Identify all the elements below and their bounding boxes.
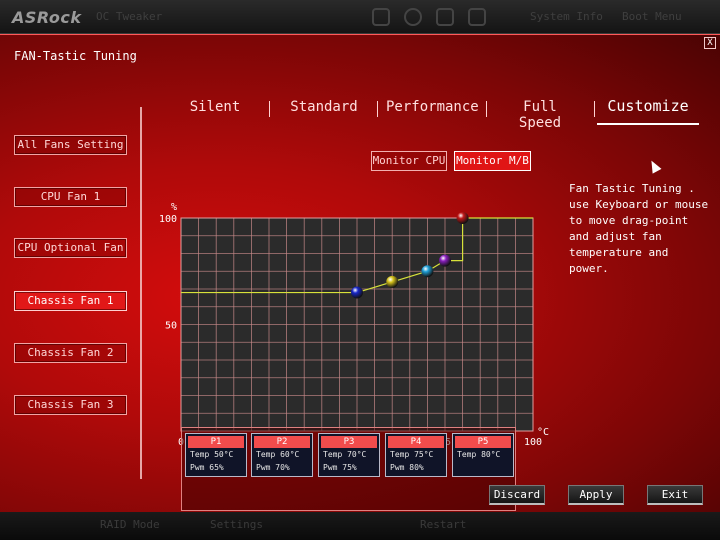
bottom-menu-item[interactable]: Settings <box>210 518 263 531</box>
top-bar: ASRock OC Tweaker System Info Boot Menu <box>0 0 720 34</box>
x-axis-label: °C <box>537 427 549 438</box>
point-card-p2: P2 Temp 60°C Pwm 70% <box>251 433 313 477</box>
y-axis-label: % <box>171 202 177 213</box>
point-temp: Temp 70°C <box>323 450 367 459</box>
point-card-p3: P3 Temp 70°C Pwm 75% <box>318 433 380 477</box>
points-table: P1 Temp 50°C Pwm 65% P2 Temp 60°C Pwm 70… <box>181 427 516 511</box>
fan-cpu-fan-1[interactable]: CPU Fan 1 <box>14 187 127 207</box>
tab-separator <box>486 101 487 117</box>
fan-chassis-fan-2[interactable]: Chassis Fan 2 <box>14 343 127 363</box>
mouse-cursor-icon <box>647 158 662 174</box>
y-tick-label: 50 <box>165 321 177 332</box>
bottom-menu-item[interactable]: RAID Mode <box>100 518 160 531</box>
drag-point-p4[interactable] <box>439 254 451 267</box>
bottom-menu-item[interactable]: Restart <box>420 518 466 531</box>
tool-icon[interactable] <box>372 8 390 26</box>
tab-full-speed[interactable]: Full Speed <box>498 99 582 131</box>
active-tab-underline <box>597 123 699 125</box>
y-tick-label: 100 <box>159 214 177 225</box>
point-name: P1 <box>188 436 244 448</box>
close-button[interactable]: X <box>704 37 716 49</box>
fan-curve-svg[interactable]: 025507510050100%°C <box>150 169 560 455</box>
point-temp: Temp 60°C <box>256 450 300 459</box>
gauge-icon[interactable] <box>404 8 422 26</box>
tab-separator <box>269 101 270 117</box>
point-name: P3 <box>321 436 377 448</box>
fan-all-fans-setting[interactable]: All Fans Setting <box>14 135 127 155</box>
fan-chassis-fan-1[interactable]: Chassis Fan 1 <box>14 291 127 311</box>
tab-standard[interactable]: Standard <box>284 99 364 115</box>
exit-icon[interactable] <box>468 8 486 26</box>
point-name: P5 <box>455 436 511 448</box>
tab-silent[interactable]: Silent <box>180 99 250 115</box>
fan-chassis-fan-3[interactable]: Chassis Fan 3 <box>14 395 127 415</box>
point-name: P4 <box>388 436 444 448</box>
apply-button[interactable]: Apply <box>568 485 624 505</box>
monitor-mb-button[interactable]: Monitor M/B <box>454 151 531 171</box>
tab-separator <box>594 101 595 117</box>
point-pwm: Pwm 65% <box>190 463 224 472</box>
drag-point-p2[interactable] <box>386 275 399 288</box>
point-temp: Temp 50°C <box>190 450 234 459</box>
tab-performance[interactable]: Performance <box>386 99 479 115</box>
tab-customize[interactable]: Customize <box>600 97 696 115</box>
point-card-p1: P1 Temp 50°C Pwm 65% <box>185 433 247 477</box>
tab-separator <box>377 101 378 117</box>
monitor-cpu-button[interactable]: Monitor CPU <box>371 151 447 171</box>
x-tick-label: 100 <box>524 437 542 448</box>
dialog-title: FAN-Tastic Tuning <box>14 49 137 63</box>
drag-point-p5[interactable] <box>456 212 469 224</box>
point-card-p4: P4 Temp 75°C Pwm 80% <box>385 433 447 477</box>
point-pwm: Pwm 75% <box>323 463 357 472</box>
discard-button[interactable]: Discard <box>489 485 545 505</box>
fan-tuning-dialog: FAN-Tastic Tuning X All Fans Setting CPU… <box>0 34 720 512</box>
drag-point-p1[interactable] <box>351 286 363 299</box>
fan-cpu-optional-fan[interactable]: CPU Optional Fan <box>14 238 127 258</box>
drag-point-p3[interactable] <box>421 265 434 278</box>
help-text: Fan Tastic Tuning . use Keyboard or mous… <box>569 182 709 275</box>
point-temp: Temp 75°C <box>390 450 434 459</box>
bottom-bar: RAID Mode Settings Restart <box>0 512 720 540</box>
exit-button[interactable]: Exit <box>647 485 703 505</box>
top-menu-item[interactable]: System Info <box>530 10 603 23</box>
point-pwm: Pwm 80% <box>390 463 424 472</box>
top-menu-item[interactable]: OC Tweaker <box>96 10 162 23</box>
top-menu-item[interactable]: Boot Menu <box>622 10 682 23</box>
fan-curve-chart[interactable]: 025507510050100%°C <box>150 169 560 455</box>
board-icon[interactable] <box>436 8 454 26</box>
point-card-p5: P5 Temp 80°C <box>452 433 514 477</box>
vertical-divider <box>140 107 142 479</box>
point-temp: Temp 80°C <box>457 450 501 459</box>
brand-logo: ASRock <box>12 8 82 27</box>
point-pwm: Pwm 70% <box>256 463 290 472</box>
point-name: P2 <box>254 436 310 448</box>
